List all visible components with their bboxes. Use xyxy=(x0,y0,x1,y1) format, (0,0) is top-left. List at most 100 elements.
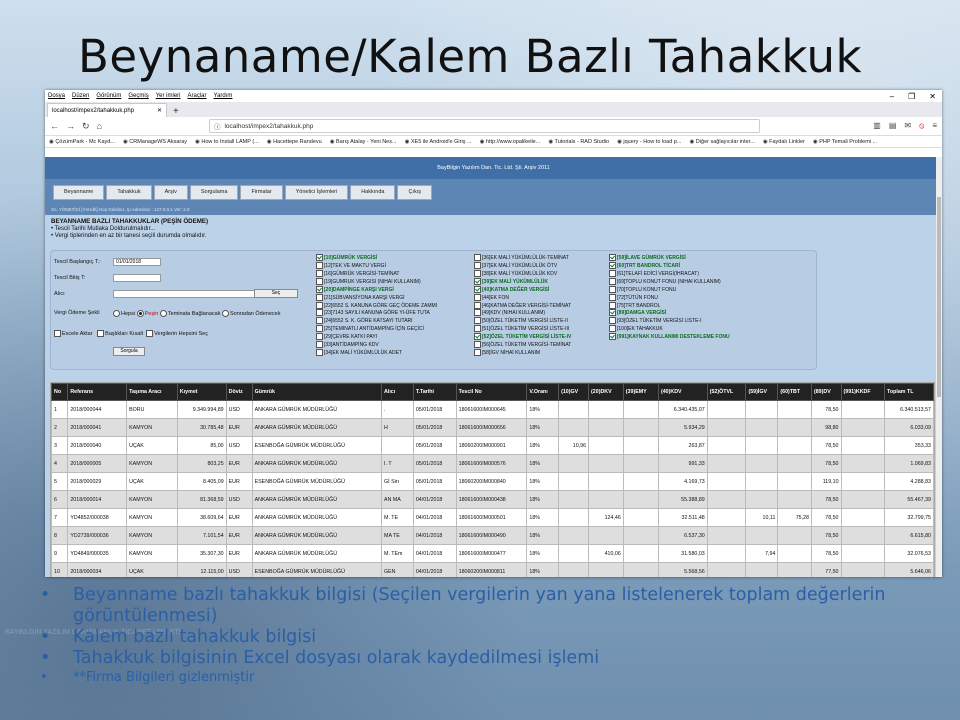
checkbox[interactable] xyxy=(609,277,616,285)
minimize-icon[interactable]: – xyxy=(890,92,894,101)
checkbox[interactable] xyxy=(609,285,616,293)
checkbox[interactable] xyxy=(316,254,323,261)
checkbox[interactable] xyxy=(474,341,481,349)
column-header[interactable]: (89)DV xyxy=(810,383,842,401)
column-header[interactable]: Alıcı xyxy=(381,383,414,401)
checkbox[interactable] xyxy=(316,261,323,269)
browser-tab[interactable]: localhost/impex2/tahakkuk.php ✕ xyxy=(47,103,167,117)
table-row[interactable]: 6 2018/000014 KAMYON 81.368,59 USD ANKARA GÜM… xyxy=(51,490,934,509)
menu-edit[interactable]: Düzen xyxy=(72,93,89,99)
checkbox[interactable] xyxy=(609,317,616,325)
checkbox[interactable] xyxy=(316,285,323,293)
nav-çıkış[interactable]: Çıkış xyxy=(397,184,432,200)
column-header[interactable]: (60)TBT xyxy=(777,383,812,401)
checkbox[interactable] xyxy=(316,341,323,349)
bookmark-item[interactable]: ◉ ÇözümPark - Mc Kayd... xyxy=(49,139,115,145)
tax-checkbox-item[interactable]: [36]EK MALİ YÜKÜMLÜLÜK-TEMİNAT xyxy=(474,254,571,262)
tax-checkbox-item[interactable]: [59]İLAVE GÜMRÜK VERGİSİ xyxy=(609,254,730,262)
tax-checkbox-item[interactable]: [70]TOPLU KONUT FONU xyxy=(609,285,730,294)
checkbox[interactable] xyxy=(609,301,616,309)
tax-checkbox-item[interactable]: [991]KAYNAK KULLANIMI DESTEKLEME FONU xyxy=(609,333,730,341)
tax-checkbox-item[interactable]: [100]EK TAHAKKUK xyxy=(609,325,730,333)
scrollbar-thumb[interactable] xyxy=(937,197,941,397)
end-date-input[interactable] xyxy=(113,274,161,282)
radio-later[interactable] xyxy=(222,310,230,317)
tax-checkbox-item[interactable]: [61]TELAFİ EDİCİ VERGİ(İHRACAT) xyxy=(609,269,730,278)
column-header[interactable]: Gümrük xyxy=(251,383,383,401)
tab-close-icon[interactable]: ✕ xyxy=(157,107,162,114)
buyer-input[interactable] xyxy=(113,290,257,298)
checkbox[interactable] xyxy=(609,261,616,269)
checkbox[interactable] xyxy=(474,269,481,277)
nav-yönetici-i̇şlemleri[interactable]: Yönetici İşlemleri xyxy=(284,184,349,200)
column-header[interactable]: (10)GV xyxy=(558,383,590,401)
tax-checkbox-item[interactable]: [16]GÜMRÜK VERGİSİ-TEMİNAT xyxy=(316,269,437,278)
checkbox[interactable] xyxy=(609,293,616,301)
bookmark-item[interactable]: ◉ jquery - How to load p... xyxy=(617,139,681,145)
checkbox[interactable] xyxy=(474,277,481,285)
radio-all[interactable] xyxy=(113,310,120,317)
tax-checkbox-item[interactable]: [58]İGV NİHAİ KULLANIM xyxy=(474,349,571,357)
checkbox[interactable] xyxy=(474,293,481,301)
column-header[interactable]: (991)KKDF xyxy=(840,383,886,401)
column-header[interactable]: (39)EMY xyxy=(622,383,659,401)
nav-beyanname[interactable]: Beyanname xyxy=(53,184,105,200)
column-header[interactable]: Toplam TL xyxy=(884,383,934,401)
nav-firmalar[interactable]: Firmalar xyxy=(240,184,283,200)
tax-checkbox-item[interactable]: [22]6552 S. KANUNA GÖRE GEÇ ÖDEME ZAMMI xyxy=(316,301,437,310)
tax-checkbox-item[interactable]: [89]DAMGA VERGİSİ xyxy=(609,309,730,317)
bookmark-item[interactable]: ◉ How to Install LAMP (... xyxy=(195,139,259,145)
reload-icon[interactable]: ↻ xyxy=(82,121,90,132)
tax-checkbox-item[interactable]: [46]KATMA DEĞER VERGİSİ-TEMİNAT xyxy=(474,301,571,310)
tax-checkbox-item[interactable]: [29]ÇEVRE KATKI PAYI xyxy=(316,333,437,341)
checkbox[interactable] xyxy=(609,269,616,277)
tax-checkbox-item[interactable]: [25]TEMINATLI ANTİDAMPİNG İÇİN GEÇİCİ xyxy=(316,325,437,333)
nav-sorgulama[interactable]: Sorgulama xyxy=(189,184,239,200)
column-header[interactable]: Taşıma Aracı xyxy=(126,383,178,401)
bookmark-item[interactable]: ◉ Barış Atalay - Yeni Nes... xyxy=(330,139,397,145)
checkbox[interactable] xyxy=(316,309,323,317)
start-date-input[interactable]: 01/01/2018 xyxy=(113,258,161,266)
new-tab-icon[interactable]: + xyxy=(173,106,179,117)
column-header[interactable]: (52)ÖTVL xyxy=(706,383,747,401)
checkbox[interactable] xyxy=(474,254,481,261)
page-scrollbar[interactable] xyxy=(936,157,942,577)
tax-checkbox-item[interactable]: [44]EK FON xyxy=(474,293,571,302)
checkbox[interactable] xyxy=(474,317,481,325)
menu-tools[interactable]: Araçlar xyxy=(188,93,207,99)
menu-view[interactable]: Görünüm xyxy=(96,93,121,99)
bookmark-item[interactable]: ◉ http://www.opalikeile... xyxy=(480,139,541,145)
nav-arşiv[interactable]: Arşiv xyxy=(153,184,188,200)
checkbox[interactable] xyxy=(316,301,323,309)
table-row[interactable]: 1 2018/000044 BORU 9.349.994,89 USD ANKARA GÜ… xyxy=(51,400,934,419)
home-icon[interactable]: ⌂ xyxy=(97,121,102,131)
column-header[interactable]: Kıymet xyxy=(176,383,227,401)
column-header[interactable]: Döviz xyxy=(225,383,253,401)
sidebar-icon[interactable]: ▤ xyxy=(889,121,897,131)
tax-checkbox-item[interactable]: [49]KDV (NIHAI KULLANIM) xyxy=(474,309,571,317)
select-button[interactable]: Seç xyxy=(254,289,298,298)
table-row[interactable]: 7 YD4852/000038 KAMYON 38.609,64 EUR ANKARA G… xyxy=(51,508,934,527)
menu-file[interactable]: Dosya xyxy=(48,93,65,99)
checkbox[interactable] xyxy=(316,349,323,357)
tax-checkbox-item[interactable]: [10]GÜMRÜK VERGİSİ xyxy=(316,254,437,262)
checkbox[interactable] xyxy=(474,325,481,333)
radio-cash[interactable] xyxy=(136,310,144,317)
tax-checkbox-item[interactable]: [33]ANTİDAMPİNG KDV xyxy=(316,341,437,349)
bookmark-item[interactable]: ◉ Faydalı Linkler xyxy=(763,139,805,145)
close-icon[interactable]: ✕ xyxy=(929,92,936,101)
menu-history[interactable]: Geçmiş xyxy=(128,93,148,99)
checkbox[interactable] xyxy=(316,293,323,301)
table-row[interactable]: 9 YD4849/000035 KAMYON 35.307,30 EUR ANKARA G… xyxy=(51,544,934,563)
tax-checkbox-item[interactable]: [52]ÖZEL TÜKETİM VERGİSİ LİSTE-IV xyxy=(474,333,571,341)
menu-help[interactable]: Yardım xyxy=(214,93,233,99)
checkbox[interactable] xyxy=(474,261,481,269)
table-row[interactable]: 4 2018/000005 KAMYON 803,25 EUR ANKARA GÜMRÜK… xyxy=(51,454,934,473)
checkbox[interactable] xyxy=(609,254,616,261)
checkbox[interactable] xyxy=(609,325,616,333)
checkbox[interactable] xyxy=(316,317,323,325)
column-header[interactable]: Referans xyxy=(67,383,128,401)
table-row[interactable]: 5 2018/000029 UÇAK 8.405,09 EUR ESENBOĞA GÜMR… xyxy=(51,472,934,491)
tax-checkbox-item[interactable]: [12]TEK VE MAKTU VERGİ xyxy=(316,261,437,270)
url-bar[interactable]: ⓘ localhost/impex2/tahakkuk.php xyxy=(208,119,760,133)
